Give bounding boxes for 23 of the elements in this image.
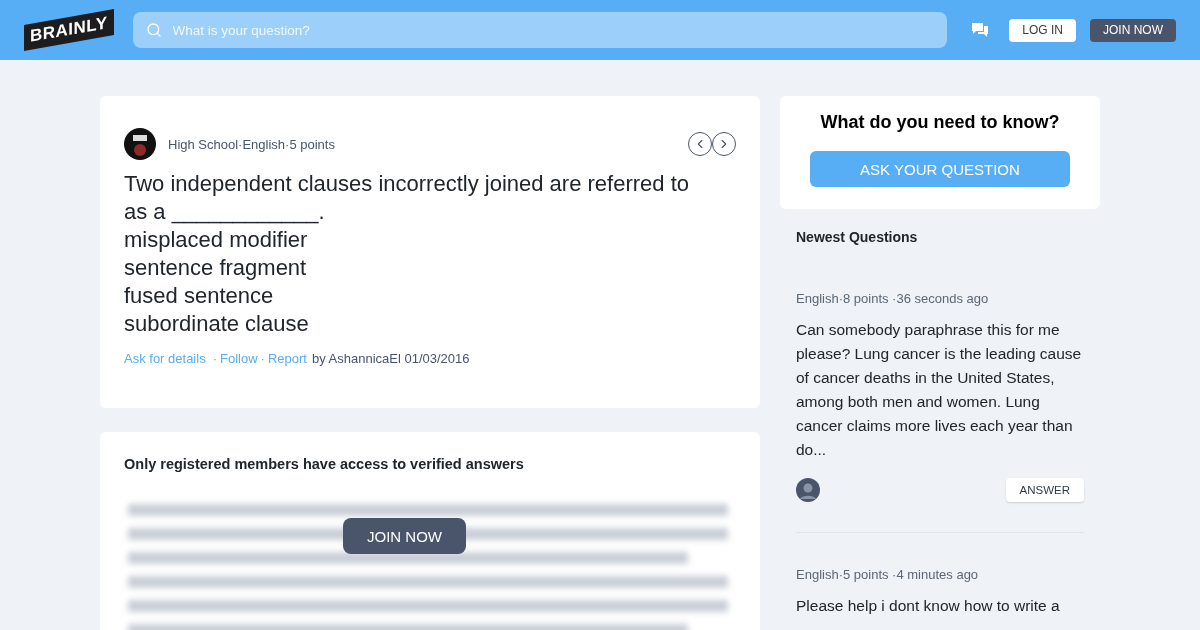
question-text[interactable]: Can somebody paraphrase this for me please? Lung cancer is the leading cause of cancer deaths in the United States, among both men and women. Lung cancer claims more lives each year than do... — [796, 318, 1084, 462]
join-button[interactable]: JOIN NOW — [1090, 18, 1176, 42]
logo[interactable]: BRAINLY — [24, 9, 114, 51]
join-now-button[interactable]: JOIN NOW — [343, 518, 466, 554]
author-date: by AshannicaEl 01/03/2016 — [311, 351, 470, 366]
question-meta: English·5 points ·4 minutes ago — [796, 567, 980, 582]
previous-button[interactable] — [688, 132, 712, 156]
search-icon — [145, 22, 162, 38]
question-text: Two independent clauses incorrectly joined are referred to as a ____________. misplaced modifier sentence fragment fused sentence subordinate clause — [124, 170, 690, 338]
question-text[interactable]: Please help i dont know how to write a — [796, 594, 1084, 618]
separator: · — [212, 351, 217, 366]
answer-button[interactable]: ANSWER — [1005, 478, 1084, 502]
newest-title: Newest Questions — [795, 228, 919, 245]
question-meta: English·8 points ·36 seconds ago — [796, 291, 990, 306]
login-button[interactable]: LOG IN — [1009, 18, 1076, 42]
question-meta: High School·English·5 points — [168, 136, 335, 152]
search-field[interactable]: What is your question? — [132, 12, 947, 48]
next-button[interactable] — [712, 132, 736, 156]
ask-title: What do you need to know? — [820, 112, 1060, 133]
separator: · — [260, 351, 265, 366]
avatar — [796, 478, 820, 502]
avatar — [124, 128, 156, 160]
answers-title: Only registered members have access to verified answers — [124, 456, 525, 472]
